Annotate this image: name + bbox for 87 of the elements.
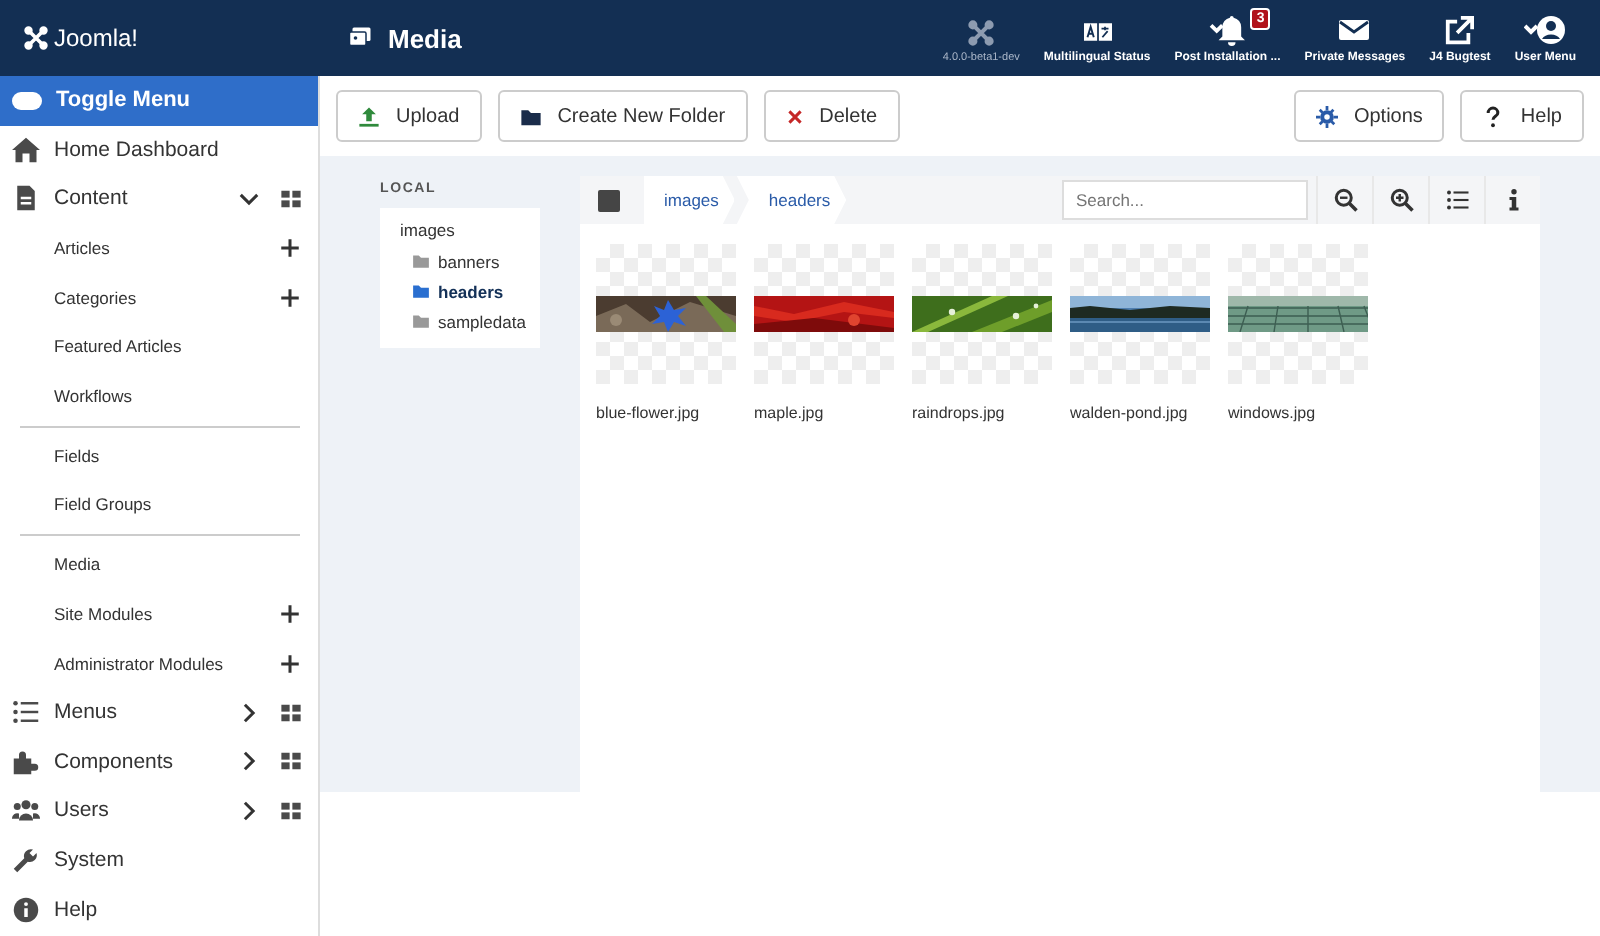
file-name: windows.jpg bbox=[1228, 404, 1318, 422]
toggle-icon bbox=[12, 91, 42, 110]
list-icon bbox=[1445, 188, 1469, 212]
submenu-label: Articles bbox=[54, 237, 112, 258]
file-name: walden-pond.jpg bbox=[1070, 404, 1190, 422]
tree-root[interactable]: images bbox=[400, 220, 540, 240]
sidebar-label: Components bbox=[54, 749, 176, 774]
toggle-menu-button[interactable]: Toggle Menu bbox=[0, 76, 318, 125]
submenu-item[interactable]: Administrator Modules bbox=[0, 638, 318, 688]
sidebar-item[interactable]: Menus bbox=[0, 687, 318, 737]
thumbnail[interactable] bbox=[912, 244, 1052, 384]
select-all-checkbox[interactable] bbox=[598, 189, 620, 211]
submenu-label: Administrator Modules bbox=[54, 653, 226, 674]
language-icon bbox=[1079, 17, 1116, 45]
toolbar-button[interactable]: Options bbox=[1293, 90, 1445, 142]
zoom-in-icon bbox=[1389, 188, 1413, 212]
upload-icon bbox=[358, 105, 380, 127]
toolbar-button[interactable]: Upload bbox=[336, 90, 482, 142]
zoom-out-icon bbox=[1333, 188, 1357, 212]
thumbnail[interactable] bbox=[596, 244, 736, 384]
sidebar-item[interactable]: Components bbox=[0, 736, 318, 787]
submenu-item[interactable]: Featured Articles bbox=[0, 321, 318, 371]
submenu-label: Media bbox=[54, 554, 103, 575]
submenu-item[interactable]: Site Modules bbox=[0, 589, 318, 639]
image-icon bbox=[348, 26, 372, 50]
toolbar-button[interactable]: Create New Folder bbox=[497, 90, 748, 142]
sidebar-item[interactable]: System bbox=[0, 835, 318, 885]
question-icon bbox=[1482, 105, 1505, 127]
dashboard-icon bbox=[280, 799, 302, 822]
thumbnail[interactable] bbox=[1228, 244, 1368, 384]
sidebar-label: Users bbox=[54, 798, 111, 823]
close-icon bbox=[785, 107, 804, 125]
toolbar-button[interactable]: Delete bbox=[763, 90, 900, 142]
breadcrumb-link[interactable]: headers bbox=[736, 176, 847, 224]
submenu-label: Featured Articles bbox=[54, 336, 184, 357]
users-icon bbox=[12, 796, 40, 825]
joomla-icon bbox=[968, 19, 995, 45]
toolbar-button[interactable]: Help bbox=[1460, 90, 1584, 142]
submenu-label: Site Modules bbox=[54, 603, 155, 624]
sidebar-label: Content bbox=[54, 186, 130, 211]
settings-icon bbox=[1315, 105, 1338, 127]
plus-icon bbox=[280, 603, 300, 624]
page-title: Media bbox=[388, 23, 462, 53]
folder-icon bbox=[519, 105, 542, 127]
plus-icon bbox=[280, 653, 300, 674]
submenu-label: Categories bbox=[54, 287, 139, 308]
thumbnail[interactable] bbox=[1070, 244, 1210, 384]
external-link-icon bbox=[1444, 15, 1475, 45]
submenu-item[interactable]: Categories bbox=[0, 272, 318, 322]
sidebar-item[interactable]: Users bbox=[0, 786, 318, 836]
submenu-label: Fields bbox=[54, 445, 102, 466]
file-name: raindrops.jpg bbox=[912, 404, 1007, 422]
plus-icon bbox=[280, 287, 300, 308]
sidebar-item[interactable]: Home Dashboard bbox=[0, 125, 318, 175]
brand-name: Joomla! bbox=[54, 24, 139, 52]
user-icon bbox=[1523, 13, 1568, 45]
dashboard-icon bbox=[280, 750, 302, 773]
tree-item[interactable]: sampledata bbox=[400, 306, 540, 336]
submenu-label: Field Groups bbox=[54, 494, 154, 515]
dashboard-icon bbox=[280, 187, 302, 210]
file-name: blue-flower.jpg bbox=[596, 404, 702, 422]
submenu-item[interactable]: Articles bbox=[0, 223, 318, 273]
breadcrumb-link[interactable]: images bbox=[644, 176, 735, 224]
sidebar-label: Help bbox=[54, 897, 100, 922]
sidebar-label: Home Dashboard bbox=[54, 137, 221, 162]
submenu-item[interactable]: Field Groups bbox=[0, 480, 318, 530]
dashboard-icon bbox=[280, 701, 302, 724]
file-name: maple.jpg bbox=[754, 404, 826, 422]
submenu-label: Workflows bbox=[54, 385, 135, 406]
thumbnail[interactable] bbox=[754, 244, 894, 384]
sidebar-label: System bbox=[54, 847, 127, 872]
sidebar-item[interactable]: Content bbox=[0, 174, 318, 224]
search-field[interactable]: Search... bbox=[1062, 180, 1308, 220]
tree-item[interactable]: banners bbox=[400, 246, 540, 276]
plus-icon bbox=[280, 237, 300, 258]
puzzle-icon bbox=[12, 747, 40, 776]
submenu-item[interactable]: Workflows bbox=[0, 370, 318, 421]
info-icon bbox=[12, 895, 40, 924]
document-icon bbox=[12, 184, 40, 213]
home-icon bbox=[12, 135, 40, 164]
tree-item[interactable]: headers bbox=[400, 276, 540, 306]
sidebar-item[interactable]: Help bbox=[0, 884, 318, 934]
bell-icon bbox=[1205, 13, 1250, 45]
sidebar-label: Menus bbox=[54, 700, 120, 725]
joomla-logo-icon bbox=[24, 26, 48, 50]
list-icon bbox=[12, 698, 40, 727]
wrench-icon bbox=[12, 845, 40, 874]
